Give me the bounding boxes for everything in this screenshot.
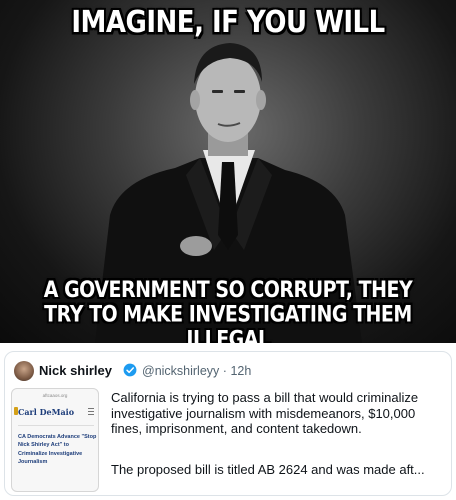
meme-bottom-caption-line1: A GOVERNMENT SO CORRUPT, THEY: [43, 277, 413, 303]
meme-bottom-caption-line2: TRY TO MAKE INVESTIGATING THEM ILLEGAL: [44, 301, 412, 343]
author-name[interactable]: Nick shirley: [39, 363, 112, 378]
meme-image: IMAGINE, IF YOU WILL A GOVERNMENT SO COR…: [0, 0, 456, 343]
quoted-tweet-card[interactable]: Nick shirley @nickshirleyy · 12h aftcaao…: [4, 351, 452, 496]
thumbnail-headline: CA Democrats Advance "Stop Nick Shirley …: [18, 434, 97, 465]
thumbnail-site-label: aftcaaos.org: [42, 393, 68, 398]
separator-dot: ·: [222, 364, 227, 378]
meme-top-caption: IMAGINE, IF YOU WILL: [71, 5, 385, 41]
article-thumbnail[interactable]: aftcaaos.org Carl DeMaio CA Democrats Ad…: [11, 388, 99, 492]
tweet-body-truncated: The proposed bill is titled AB 2624 and …: [111, 462, 425, 477]
post-time[interactable]: 12h: [230, 364, 251, 378]
verified-badge-icon: [123, 363, 137, 377]
tweet-body-text: California is trying to pass a bill that…: [111, 390, 419, 436]
author-handle-line: @nickshirleyy · 12h: [142, 364, 251, 378]
menu-icon: [88, 408, 94, 415]
author-handle[interactable]: @nickshirleyy: [142, 364, 219, 378]
thumbnail-brand: Carl DeMaio: [18, 407, 75, 417]
thumbnail-divider: [18, 425, 94, 426]
avatar[interactable]: [14, 361, 34, 381]
